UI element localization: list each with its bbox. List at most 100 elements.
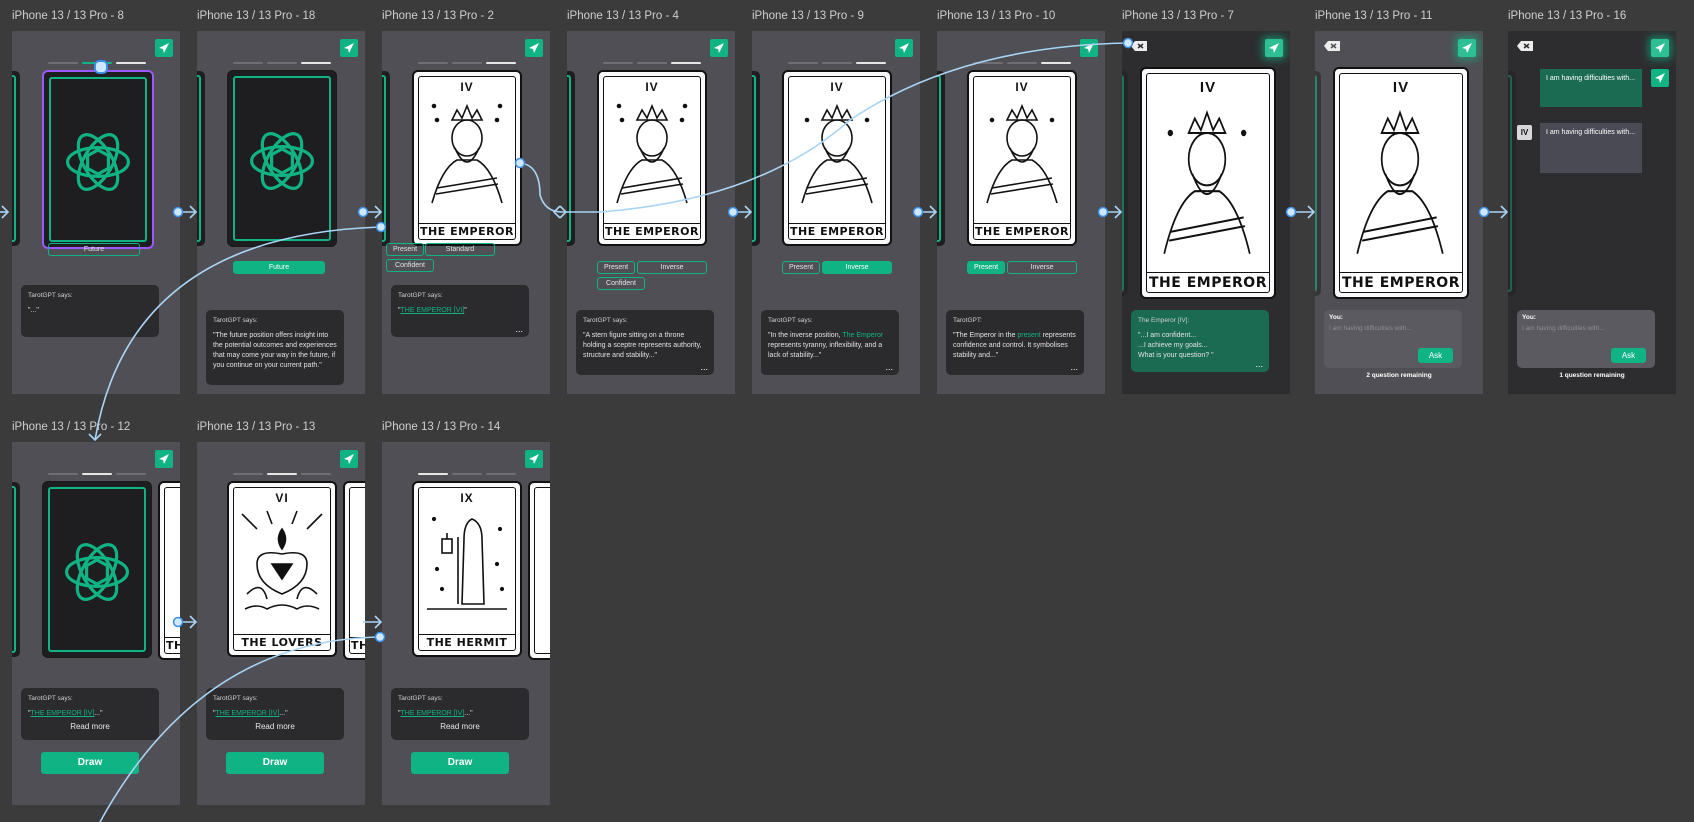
send-button[interactable]	[340, 450, 358, 468]
read-more-link[interactable]: Read more	[213, 722, 337, 732]
send-button[interactable]	[155, 450, 173, 468]
frame-label[interactable]: iPhone 13 / 13 Pro - 7	[1122, 10, 1234, 22]
chat-bubble: TarotGPT says: "THE EMPEROR [VI]" ...	[391, 285, 529, 337]
chip-present[interactable]: Present	[782, 261, 820, 274]
frame-16[interactable]: I am having difficulties with... IV I am…	[1508, 31, 1676, 394]
send-button[interactable]	[340, 39, 358, 57]
frame-7[interactable]: IV THE EMPEROR The Emperor [IV]: "...I a…	[1122, 31, 1290, 394]
draw-button[interactable]: Draw	[411, 752, 509, 774]
frame-8[interactable]: Future TarotGPT says: "..."	[12, 31, 180, 394]
card-link[interactable]: THE EMPEROR [IV]	[401, 710, 465, 717]
more-indicator[interactable]: ...	[515, 324, 523, 334]
frame-label[interactable]: iPhone 13 / 13 Pro - 18	[197, 10, 315, 22]
frame-11[interactable]: IV THE EMPEROR You: I am having difficul…	[1315, 31, 1483, 394]
chip-inverse[interactable]: Inverse	[1007, 261, 1077, 274]
more-indicator[interactable]: ...	[885, 362, 893, 372]
chat-bubble: TarotGPT: "The Emperor in the present re…	[946, 310, 1084, 375]
chip-present[interactable]: Present	[386, 243, 424, 256]
backspace-icon	[1517, 41, 1533, 51]
read-more-link[interactable]: Read more	[398, 722, 522, 732]
quote-close: ..."	[464, 710, 473, 717]
tarot-card-peek[interactable]	[528, 481, 550, 660]
frame-14[interactable]: IX THE HERMIT TarotGPT says: "THE EMPERO…	[382, 442, 550, 805]
arrow-head	[374, 205, 383, 219]
card-name: THE LOVERS	[233, 634, 331, 651]
frame-label[interactable]: iPhone 13 / 13 Pro - 16	[1508, 10, 1626, 22]
send-button[interactable]	[1651, 39, 1669, 57]
frame-label[interactable]: iPhone 13 / 13 Pro - 14	[382, 421, 500, 433]
send-button[interactable]	[710, 39, 728, 57]
card-link[interactable]: THE EMPEROR [IV]	[216, 710, 280, 717]
more-indicator[interactable]: ...	[1255, 359, 1263, 369]
frame-label[interactable]: iPhone 13 / 13 Pro - 11	[1315, 10, 1432, 22]
question-input[interactable]: You: I am having difficulties with... As…	[1324, 310, 1462, 368]
bubble-line: "...I am confident...	[1138, 332, 1197, 339]
chip-present[interactable]: Present	[967, 261, 1005, 274]
chip-present[interactable]: Present	[597, 261, 635, 274]
send-button[interactable]	[1080, 39, 1098, 57]
frame-10[interactable]: IV THE EMPEROR Present Inverse TarotGPT:…	[937, 31, 1105, 394]
ask-button[interactable]: Ask	[1611, 348, 1646, 363]
chip-confident[interactable]: Confident	[597, 277, 645, 290]
draw-button[interactable]: Draw	[41, 752, 139, 774]
send-button[interactable]	[895, 39, 913, 57]
frame-4[interactable]: IV THE EMPEROR Present Inverse Confident…	[567, 31, 735, 394]
send-button[interactable]	[155, 39, 173, 57]
frame-2[interactable]: IV THE EMPEROR Present Standard Confiden…	[382, 31, 550, 394]
send-button[interactable]	[1265, 39, 1283, 57]
close-button[interactable]	[1130, 39, 1148, 53]
tarot-card-peek[interactable]: TH	[158, 481, 180, 660]
chip-inverse[interactable]: Inverse	[637, 261, 707, 274]
chip-confident[interactable]: Confident	[386, 259, 434, 272]
card-link[interactable]: THE EMPEROR [IV]	[31, 710, 95, 717]
chip-future[interactable]: Future	[48, 243, 140, 256]
send-button[interactable]	[525, 450, 543, 468]
frame-9[interactable]: IV THE EMPEROR Present Inverse TarotGPT …	[752, 31, 920, 394]
card-back[interactable]	[227, 70, 337, 247]
send-button[interactable]	[1651, 69, 1669, 87]
tarot-card-emperor[interactable]: IV THE EMPEROR	[967, 70, 1077, 246]
bubble-text: "A stern figure sitting on a throne hold…	[583, 332, 702, 359]
send-button[interactable]	[525, 39, 543, 57]
chip-standard[interactable]: Standard	[425, 243, 495, 256]
ask-button[interactable]: Ask	[1418, 348, 1453, 363]
speaker-label: TarotGPT says:	[28, 292, 73, 299]
close-button[interactable]	[1323, 39, 1341, 53]
chip-inverse[interactable]: Inverse	[822, 261, 892, 274]
card-link[interactable]: THE EMPEROR [VI]	[401, 307, 465, 314]
tarot-card-emperor[interactable]: IV THE EMPEROR	[597, 70, 707, 246]
more-indicator[interactable]: ...	[700, 362, 708, 372]
card-back-selected[interactable]	[42, 70, 154, 249]
question-input[interactable]: You: I am having difficulties with... As…	[1517, 310, 1655, 368]
read-more-link[interactable]: Read more	[28, 722, 152, 732]
close-button[interactable]	[1516, 39, 1534, 53]
chip-future[interactable]: Future	[233, 261, 325, 274]
send-icon	[714, 43, 724, 53]
frame-label[interactable]: iPhone 13 / 13 Pro - 10	[937, 10, 1055, 22]
frame-label[interactable]: iPhone 13 / 13 Pro - 13	[197, 421, 315, 433]
connector-node[interactable]	[94, 60, 108, 74]
frame-label[interactable]: iPhone 13 / 13 Pro - 12	[12, 421, 130, 433]
more-indicator[interactable]: ...	[1070, 362, 1078, 372]
card-back[interactable]	[42, 481, 152, 658]
tarot-card-peek[interactable]: TH	[343, 481, 365, 660]
tarot-card-emperor-large[interactable]: IV THE EMPEROR	[1333, 67, 1469, 299]
frame-13[interactable]: VI THE LOVERS TH TarotGPT says: "THE EMP…	[197, 442, 365, 805]
tarot-card-emperor[interactable]: IV THE EMPEROR	[782, 70, 892, 246]
tarot-card-lovers[interactable]: VI THE LOVERS	[227, 481, 337, 657]
frame-label[interactable]: iPhone 13 / 13 Pro - 4	[567, 10, 679, 22]
tarot-card-hermit[interactable]: IX THE HERMIT	[412, 481, 522, 657]
tarot-card-emperor[interactable]: IV THE EMPEROR	[412, 70, 522, 246]
highlight-text: present	[1017, 332, 1041, 339]
send-icon	[159, 454, 169, 464]
send-button[interactable]	[1458, 39, 1476, 57]
frame-12[interactable]: TH TarotGPT says: "THE EMPEROR [IV]..." …	[12, 442, 180, 805]
frame-label[interactable]: iPhone 13 / 13 Pro - 9	[752, 10, 864, 22]
frame-18[interactable]: Future TarotGPT says: "The future positi…	[197, 31, 365, 394]
frame-label[interactable]: iPhone 13 / 13 Pro - 8	[12, 10, 124, 22]
chat-bubble: TarotGPT says: "THE EMPEROR [IV]..." Rea…	[206, 688, 344, 740]
frame-label[interactable]: iPhone 13 / 13 Pro - 2	[382, 10, 494, 22]
speaker-label: TarotGPT says:	[213, 695, 258, 702]
draw-button[interactable]: Draw	[226, 752, 324, 774]
tarot-card-emperor-large[interactable]: IV THE EMPEROR	[1140, 67, 1276, 299]
